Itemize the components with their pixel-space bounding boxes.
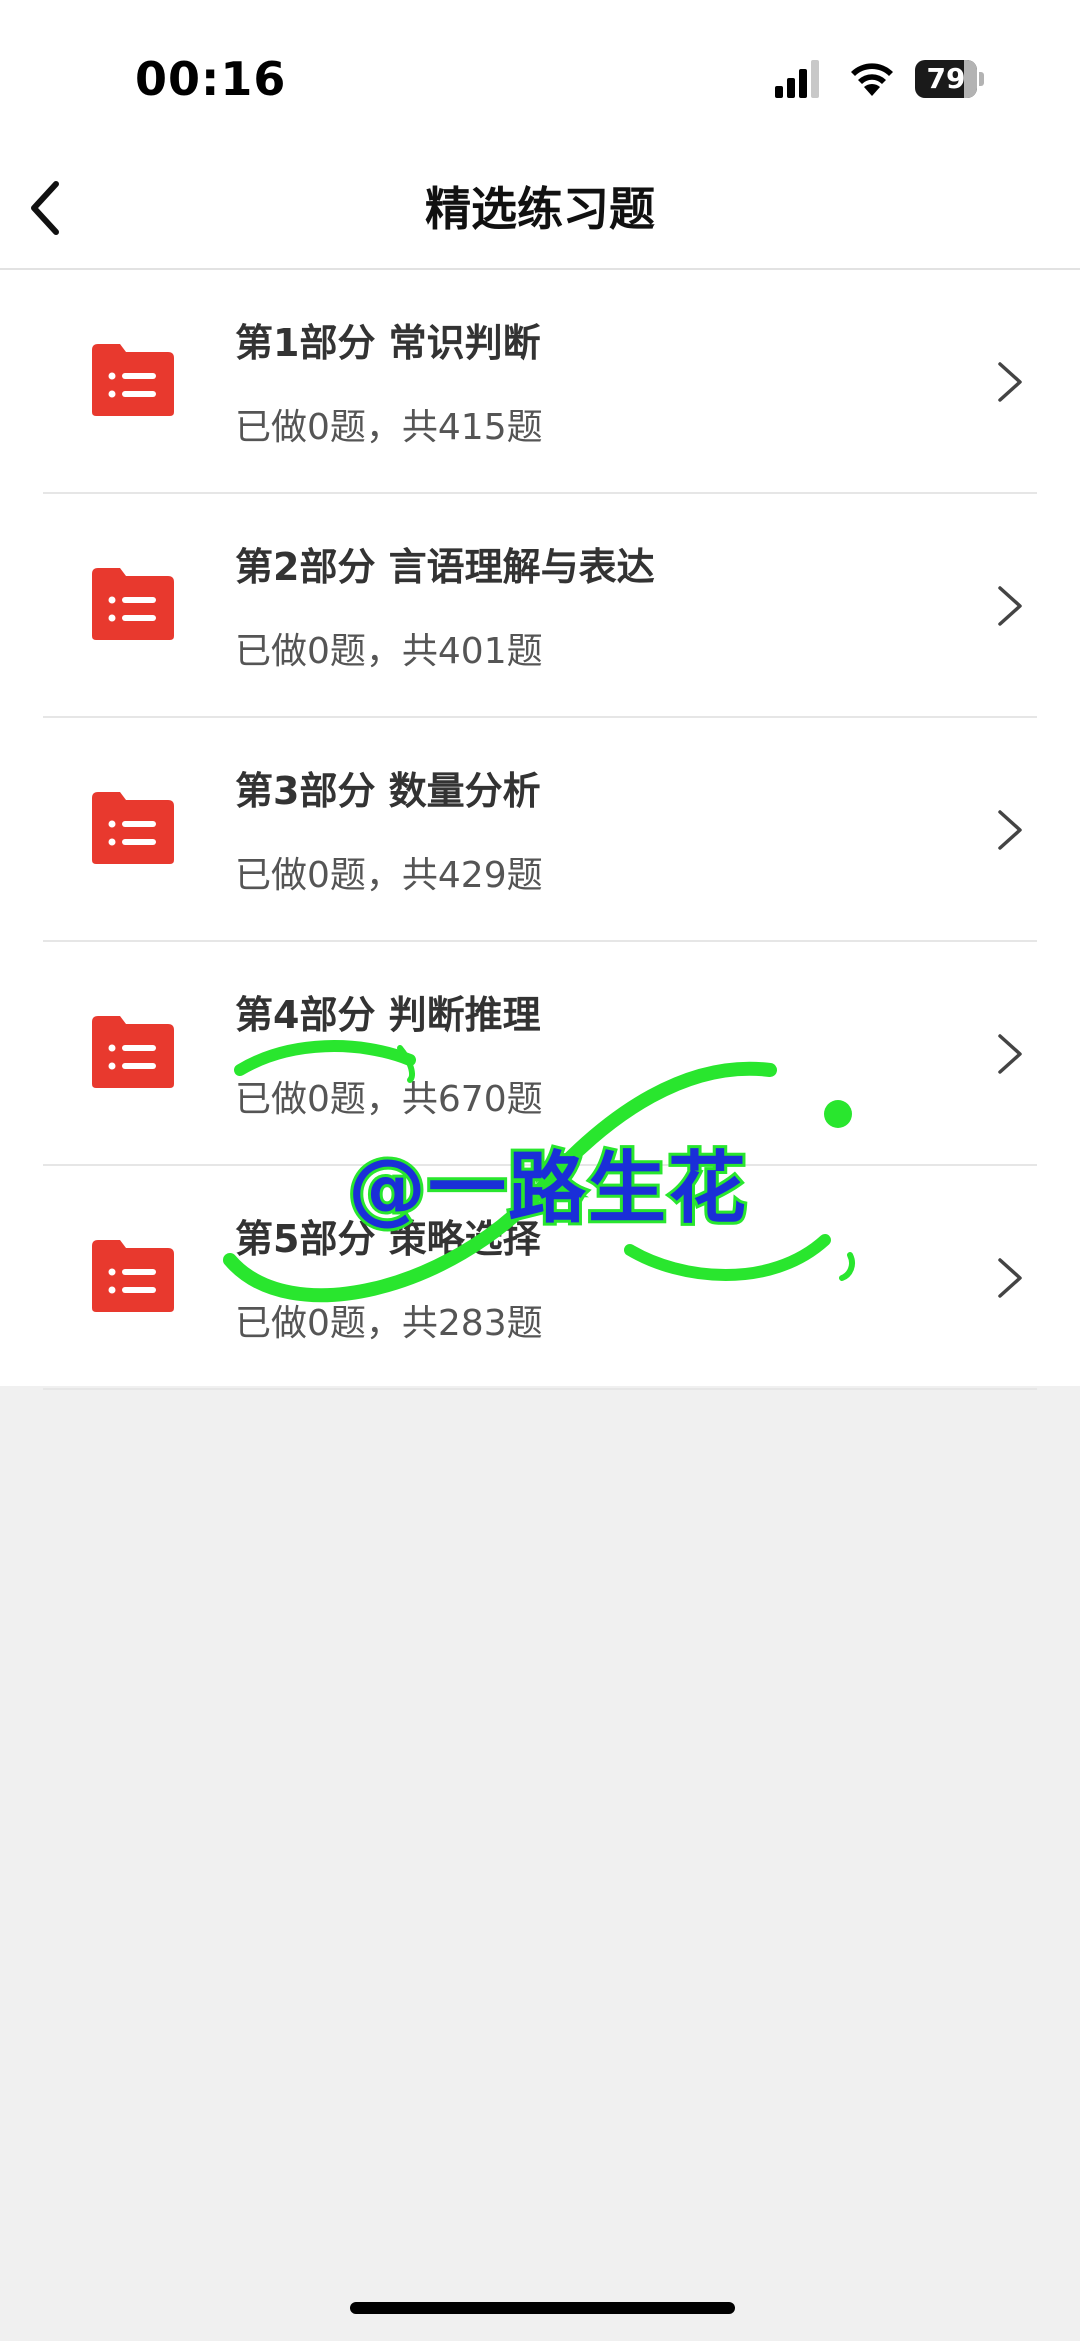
chevron-right-icon xyxy=(998,362,1022,402)
list-item[interactable]: 第3部分 数量分析 已做0题，共429题 xyxy=(0,718,1080,942)
watermark-text: @一路生花 xyxy=(345,1141,749,1237)
status-bar: 00:16 79 xyxy=(0,0,1080,150)
item-progress: 已做0题，共429题 xyxy=(235,855,543,896)
nav-bar: 精选练习题 xyxy=(0,150,1080,270)
folder-list-icon xyxy=(92,792,174,864)
battery-icon: 79 xyxy=(915,60,985,98)
folder-list-icon xyxy=(92,1016,174,1088)
folder-list-icon xyxy=(92,344,174,416)
divider xyxy=(43,1388,1037,1390)
list-item[interactable]: 第1部分 常识判断 已做0题，共415题 xyxy=(0,270,1080,494)
item-progress: 已做0题，共401题 xyxy=(235,631,543,672)
chevron-right-icon xyxy=(998,810,1022,850)
chevron-left-icon[interactable] xyxy=(14,172,86,244)
page-title: 精选练习题 xyxy=(425,182,655,236)
item-title: 第2部分 言语理解与表达 xyxy=(235,545,655,589)
status-time: 00:16 xyxy=(135,52,287,106)
chevron-right-icon xyxy=(998,1258,1022,1298)
item-title: 第1部分 常识判断 xyxy=(235,321,541,365)
cellular-signal-icon xyxy=(775,60,819,98)
battery-level: 79 xyxy=(926,62,966,95)
wifi-icon xyxy=(851,63,893,96)
folder-list-icon xyxy=(92,568,174,640)
home-indicator xyxy=(350,2302,735,2314)
chevron-right-icon xyxy=(998,1034,1022,1074)
item-progress: 已做0题，共415题 xyxy=(235,407,543,448)
item-title: 第3部分 数量分析 xyxy=(235,769,541,813)
folder-list-icon xyxy=(92,1240,174,1312)
chevron-right-icon xyxy=(998,586,1022,626)
list-item[interactable]: 第2部分 言语理解与表达 已做0题，共401题 xyxy=(0,494,1080,718)
